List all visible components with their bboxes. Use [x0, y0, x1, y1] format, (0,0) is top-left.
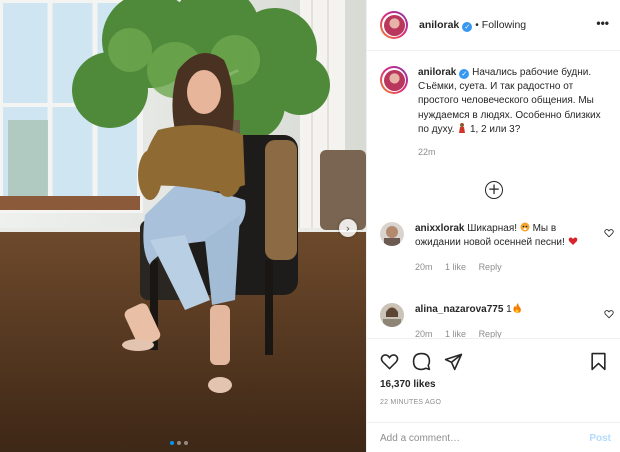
reply-button[interactable]: Reply: [479, 262, 502, 272]
photo-illustration: [0, 0, 366, 452]
load-more-comments-button[interactable]: +: [485, 181, 503, 199]
comment-body: anixxlorak Шикарная! Мы в ожидании новой…: [415, 222, 590, 275]
more-options-icon[interactable]: •••: [596, 16, 609, 30]
post-photo[interactable]: ›: [0, 0, 366, 452]
heart-icon[interactable]: [380, 352, 399, 371]
comment-body: alina_nazarova775 1 20m 1 like Reply: [415, 303, 590, 341]
red-heart-emoji-icon: [568, 237, 577, 246]
verified-icon: ✓: [459, 69, 470, 79]
post-caption: anilorak ✓ Начались рабочие будни. Съёмки…: [380, 66, 612, 159]
carousel-indicator: [170, 441, 188, 445]
avatar-image: [383, 14, 405, 36]
post-actions: 16,370 likes 22 MINUTES AGO Add a commen…: [367, 338, 620, 452]
caption-time[interactable]: 22m: [418, 145, 612, 159]
share-icon[interactable]: [444, 352, 463, 371]
comment-likes[interactable]: 1 like: [445, 262, 466, 272]
add-comment-input[interactable]: Add a comment…: [380, 433, 460, 444]
fire-emoji-icon: [513, 303, 521, 313]
likes-count[interactable]: 16,370 likes: [380, 379, 436, 390]
comment-like-heart-icon[interactable]: [604, 228, 614, 238]
tiger-emoji-icon: [520, 222, 530, 232]
comment-username[interactable]: alina_nazarova775: [415, 304, 503, 315]
add-circle-icon: +: [487, 180, 501, 198]
add-comment-bar: Add a comment… Post: [367, 422, 620, 452]
comment-icon[interactable]: [412, 352, 431, 371]
caption-body: anilorak ✓ Начались рабочие будни. Съёмки…: [418, 66, 612, 159]
comment-text: Шикарная!: [467, 223, 518, 234]
avatar-image: [383, 69, 405, 91]
avatar[interactable]: [380, 11, 408, 39]
post-comment-button[interactable]: Post: [589, 433, 611, 444]
post-side-panel: anilorak ✓ • Following ••• anilorak ✓ Нача…: [366, 0, 620, 452]
instagram-post-view: › anilorak ✓ • Following ••• anilorak ✓ …: [0, 0, 620, 452]
chevron-right-icon: ›: [345, 221, 351, 235]
comment-username[interactable]: anixxlorak: [415, 223, 464, 234]
comment-meta: 20m 1 like Reply: [415, 260, 590, 274]
carousel-dot: [184, 441, 188, 445]
commenter-avatar[interactable]: [380, 303, 404, 327]
post-header: anilorak ✓ • Following •••: [367, 0, 620, 51]
comment-item: alina_nazarova775 1 20m 1 like Reply: [380, 303, 614, 341]
avatar[interactable]: [380, 66, 408, 94]
separator: •: [475, 19, 479, 31]
username-link[interactable]: anilorak ✓: [419, 18, 473, 32]
following-button[interactable]: Following: [482, 19, 526, 31]
verified-icon: ✓: [462, 21, 473, 32]
action-icons: [380, 352, 463, 371]
commenter-avatar[interactable]: [380, 222, 404, 246]
comment-like-heart-icon[interactable]: [604, 309, 614, 319]
carousel-dot: [177, 441, 181, 445]
comment-time[interactable]: 20m: [415, 262, 433, 272]
person-emoji-icon: [459, 122, 466, 133]
caption-question: 1, 2 или 3?: [469, 123, 521, 135]
caption-username[interactable]: anilorak: [418, 67, 456, 78]
post-timestamp[interactable]: 22 MINUTES AGO: [380, 399, 441, 406]
bookmark-icon[interactable]: [589, 352, 608, 371]
username-text: anilorak: [419, 18, 460, 31]
carousel-next-button[interactable]: ›: [339, 219, 357, 237]
carousel-dot: [170, 441, 174, 445]
comment-item: anixxlorak Шикарная! Мы в ожидании новой…: [380, 222, 614, 275]
